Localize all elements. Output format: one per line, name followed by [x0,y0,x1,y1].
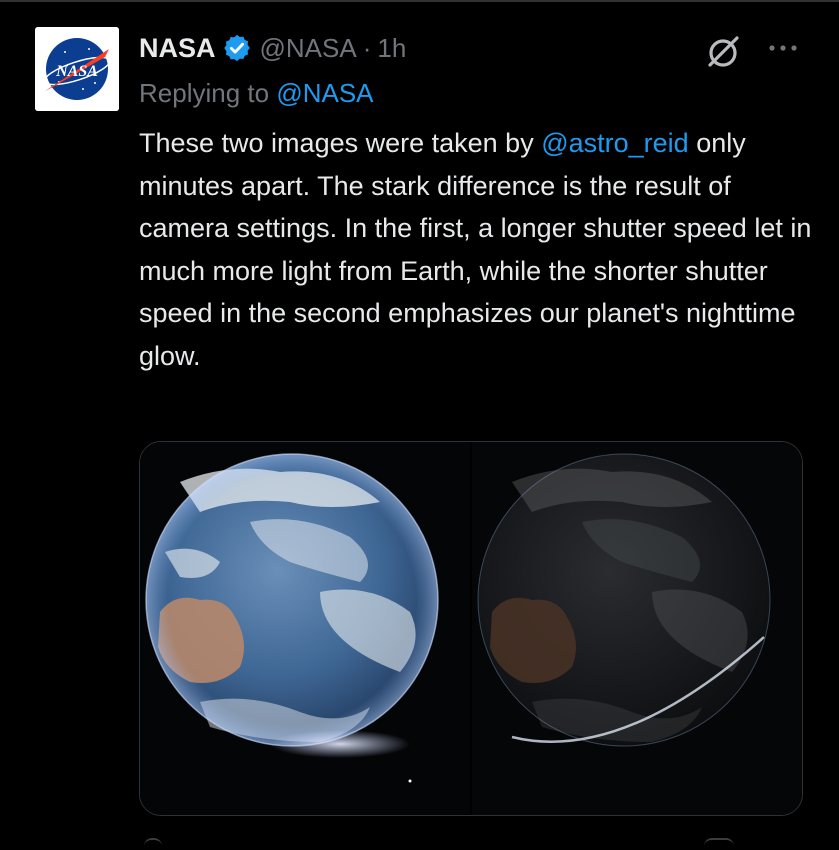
avatar[interactable]: NASA [35,27,119,111]
nasa-logo-text: NASA [55,63,98,80]
more-icon[interactable] [765,34,801,62]
photo-earth-bright[interactable] [140,442,470,815]
earth-dark-image [472,442,802,815]
tweet-text-rest: only minutes apart. The stark difference… [139,128,812,371]
separator-dot: · [362,32,372,63]
earth-bright-image [140,442,470,815]
replying-to-mention[interactable]: @NASA [276,78,373,108]
nasa-logo: NASA [35,27,119,111]
tweet-header: NASA @NASA · 1h [139,30,406,66]
mention-link[interactable]: @astro_reid [541,128,688,158]
tweet-text-start: These two images were taken by [139,128,542,158]
tweet-text: These two images were taken by @astro_re… [139,122,819,377]
media-grid [139,441,803,816]
action-bar-hint-left [144,838,162,850]
grok-icon[interactable] [704,31,744,71]
replying-to-label: Replying to [139,78,270,108]
top-divider [0,0,839,2]
timestamp[interactable]: 1h [377,33,406,64]
verified-badge-icon[interactable] [222,33,252,63]
replying-to: Replying to @NASA [139,78,374,109]
photo-earth-dark[interactable] [472,442,802,815]
author-handle[interactable]: @NASA [260,33,357,64]
action-bar-hint-right [704,838,734,850]
author-name[interactable]: NASA [139,33,216,64]
